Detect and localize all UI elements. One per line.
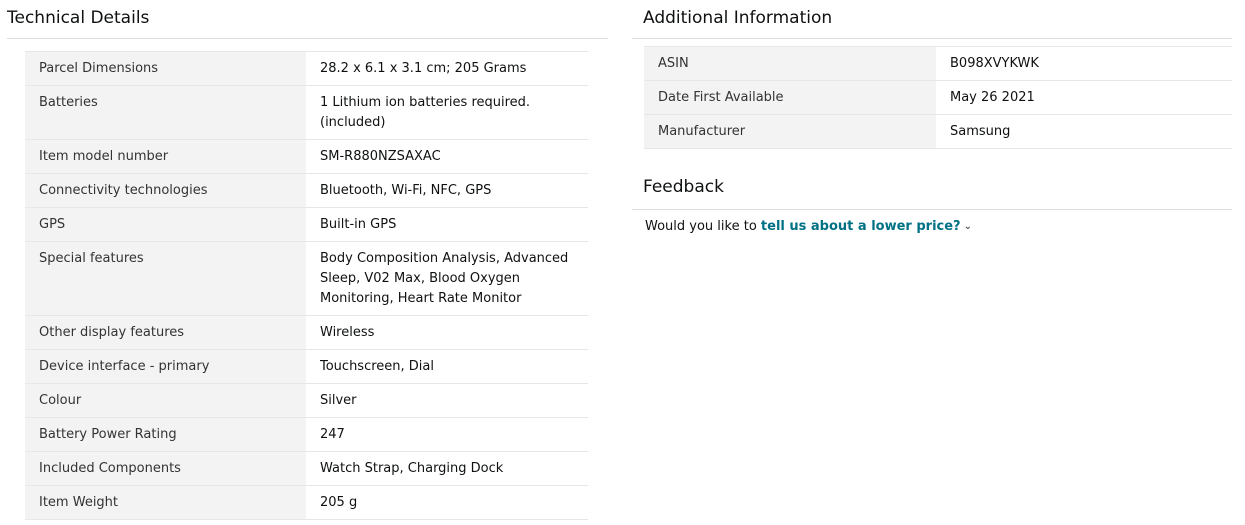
spec-key: Battery Power Rating xyxy=(25,417,306,452)
spec-value: Watch Strap, Charging Dock xyxy=(306,451,588,486)
table-row: Item model number SM-R880NZSAXAC xyxy=(25,139,588,174)
info-value: May 26 2021 xyxy=(936,80,1232,115)
table-row: Other display features Wireless xyxy=(25,315,588,350)
feedback-prompt-line: Would you like to tell us about a lower … xyxy=(632,219,1232,234)
spec-key: Parcel Dimensions xyxy=(25,51,306,86)
table-row: Special features Body Composition Analys… xyxy=(25,241,588,316)
table-row: Device interface - primary Touchscreen, … xyxy=(25,349,588,384)
spec-value: Built-in GPS xyxy=(306,207,588,242)
spec-key: Batteries xyxy=(25,85,306,140)
spec-value: 28.2 x 6.1 x 3.1 cm; 205 Grams xyxy=(306,51,588,86)
table-row: Included Components Watch Strap, Chargin… xyxy=(25,451,588,486)
table-row: Parcel Dimensions 28.2 x 6.1 x 3.1 cm; 2… xyxy=(25,51,588,86)
info-key: Manufacturer xyxy=(644,114,936,149)
spec-key: Special features xyxy=(25,241,306,316)
spec-key: Included Components xyxy=(25,451,306,486)
table-row: Colour Silver xyxy=(25,383,588,418)
spec-key: Device interface - primary xyxy=(25,349,306,384)
table-row: Date First Available May 26 2021 xyxy=(644,80,1232,115)
info-key: Date First Available xyxy=(644,80,936,115)
lower-price-link[interactable]: tell us about a lower price? ⌄ xyxy=(761,219,972,234)
spec-value: 1 Lithium ion batteries required. (inclu… xyxy=(306,85,588,140)
additional-information-title: Additional Information xyxy=(632,0,1232,39)
table-row: ASIN B098XVYKWK xyxy=(644,46,1232,81)
spec-key: Other display features xyxy=(25,315,306,350)
spec-key: GPS xyxy=(25,207,306,242)
technical-details-table: Parcel Dimensions 28.2 x 6.1 x 3.1 cm; 2… xyxy=(25,51,588,520)
spec-key: Colour xyxy=(25,383,306,418)
table-row: Batteries 1 Lithium ion batteries requir… xyxy=(25,85,588,140)
table-row: Connectivity technologies Bluetooth, Wi-… xyxy=(25,173,588,208)
additional-information-table: ASIN B098XVYKWK Date First Available May… xyxy=(644,46,1232,149)
spec-value: Touchscreen, Dial xyxy=(306,349,588,384)
info-value: Samsung xyxy=(936,114,1232,149)
technical-details-section: Technical Details Parcel Dimensions 28.2… xyxy=(7,0,608,520)
info-key: ASIN xyxy=(644,46,936,81)
feedback-title: Feedback xyxy=(632,171,1232,210)
spec-value: Bluetooth, Wi-Fi, NFC, GPS xyxy=(306,173,588,208)
table-row: GPS Built-in GPS xyxy=(25,207,588,242)
info-value: B098XVYKWK xyxy=(936,46,1232,81)
chevron-down-icon: ⌄ xyxy=(963,221,972,232)
additional-information-section: Additional Information ASIN B098XVYKWK D… xyxy=(632,0,1232,234)
spec-value: 205 g xyxy=(306,485,588,520)
spec-key: Item model number xyxy=(25,139,306,174)
spec-value: Wireless xyxy=(306,315,588,350)
technical-details-title: Technical Details xyxy=(7,0,608,39)
spec-value: Body Composition Analysis, Advanced Slee… xyxy=(306,241,588,316)
table-row: Battery Power Rating 247 xyxy=(25,417,588,452)
feedback-prompt-text: Would you like to xyxy=(645,219,757,234)
spec-key: Connectivity technologies xyxy=(25,173,306,208)
spec-key: Item Weight xyxy=(25,485,306,520)
table-row: Manufacturer Samsung xyxy=(644,114,1232,149)
lower-price-link-text: tell us about a lower price? xyxy=(760,219,961,234)
spec-value: Silver xyxy=(306,383,588,418)
table-row: Item Weight 205 g xyxy=(25,485,588,520)
spec-value: SM-R880NZSAXAC xyxy=(306,139,588,174)
spec-value: 247 xyxy=(306,417,588,452)
